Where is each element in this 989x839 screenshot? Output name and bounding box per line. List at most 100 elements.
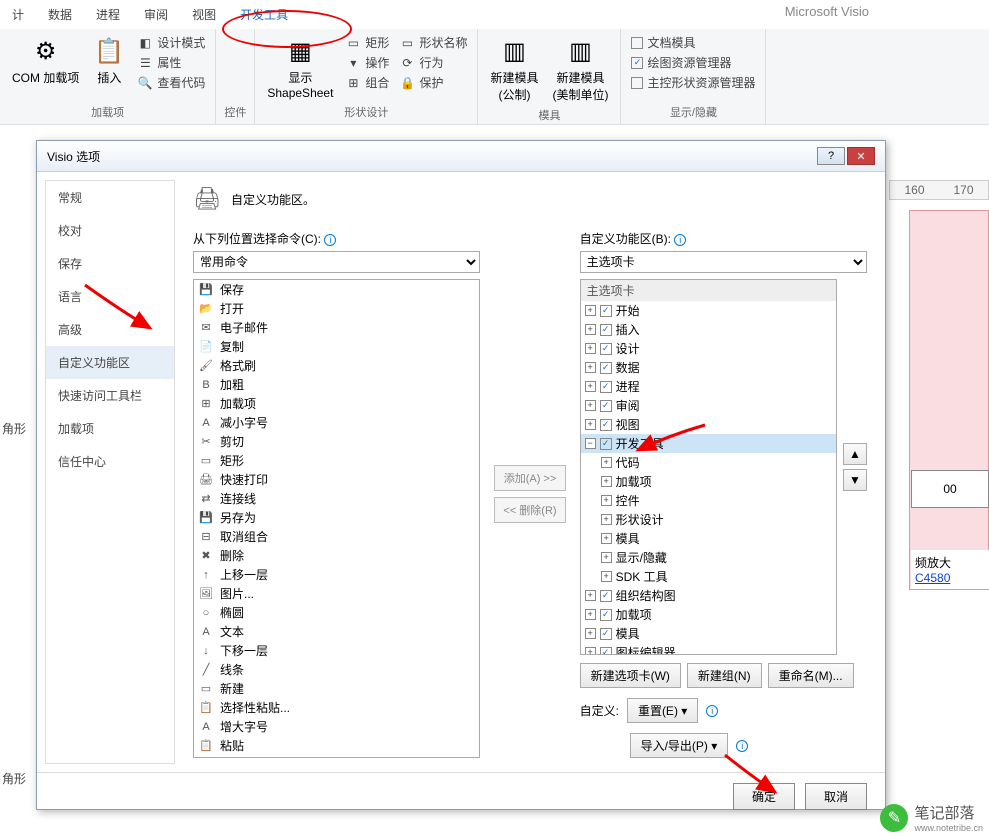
tree-item[interactable]: +控件	[581, 491, 836, 510]
move-up-button[interactable]: ▲	[843, 443, 867, 465]
com-addins-button[interactable]: ⚙COM 加载项	[8, 33, 83, 88]
expand-icon[interactable]: +	[585, 647, 596, 655]
expand-icon[interactable]: +	[601, 457, 612, 468]
import-export-button[interactable]: 导入/导出(P) ▾	[630, 733, 729, 758]
commands-from-combo[interactable]: 常用命令	[193, 251, 480, 273]
rename-button[interactable]: 重命名(M)...	[768, 663, 854, 688]
behavior-button[interactable]: ⟳行为	[397, 53, 469, 72]
expand-icon[interactable]: +	[601, 533, 612, 544]
command-item[interactable]: ▭矩形	[194, 451, 479, 470]
dialog-help-button[interactable]: ?	[817, 147, 845, 165]
tree-item[interactable]: +✓组织结构图	[581, 586, 836, 605]
tree-item[interactable]: +✓数据	[581, 358, 836, 377]
sidebar-item[interactable]: 高级	[46, 313, 174, 346]
expand-icon[interactable]: +	[601, 514, 612, 525]
checkbox-icon[interactable]: ✓	[600, 647, 612, 656]
checkbox-icon[interactable]: ✓	[600, 324, 612, 336]
expand-icon[interactable]: +	[585, 381, 596, 392]
command-item[interactable]: 📋选择性粘贴...	[194, 698, 479, 717]
command-item[interactable]: 📄复制	[194, 337, 479, 356]
command-item[interactable]: B加粗	[194, 375, 479, 394]
add-button[interactable]: 添加(A) >>	[494, 465, 565, 491]
expand-icon[interactable]: +	[601, 495, 612, 506]
command-item[interactable]: A文本	[194, 622, 479, 641]
command-item[interactable]: 🖨快速打印	[194, 470, 479, 489]
command-item[interactable]: ✉电子邮件	[194, 318, 479, 337]
new-stencil-metric-button[interactable]: ▥新建模具 (公制)	[486, 33, 542, 105]
expand-icon[interactable]: +	[585, 609, 596, 620]
operation-button[interactable]: ▾操作	[343, 53, 391, 72]
master-explorer-check[interactable]: 主控形状资源管理器	[629, 73, 757, 92]
tab-process[interactable]: 进程	[84, 0, 132, 29]
remove-button[interactable]: << 删除(R)	[494, 497, 565, 523]
new-stencil-us-button[interactable]: ▥新建模具 (美制单位)	[548, 33, 612, 105]
tree-item[interactable]: +✓视图	[581, 415, 836, 434]
expand-icon[interactable]: +	[585, 400, 596, 411]
checkbox-icon[interactable]: ✓	[600, 381, 612, 393]
command-item[interactable]: ✖删除	[194, 546, 479, 565]
tree-item[interactable]: +✓审阅	[581, 396, 836, 415]
sidebar-item[interactable]: 语言	[46, 280, 174, 313]
tree-item[interactable]: +✓加载项	[581, 605, 836, 624]
command-item[interactable]: A增大字号	[194, 717, 479, 736]
new-group-button[interactable]: 新建组(N)	[687, 663, 762, 688]
expand-icon[interactable]: −	[585, 438, 596, 449]
command-item[interactable]: ↖指针工具	[194, 755, 479, 758]
tab-developer[interactable]: 开发工具	[228, 0, 300, 29]
expand-icon[interactable]: +	[585, 324, 596, 335]
checkbox-icon[interactable]: ✓	[600, 343, 612, 355]
sidebar-item[interactable]: 自定义功能区	[46, 346, 174, 379]
command-item[interactable]: 💾保存	[194, 280, 479, 299]
command-item[interactable]: ○椭圆	[194, 603, 479, 622]
reset-button[interactable]: 重置(E) ▾	[627, 698, 698, 723]
move-down-button[interactable]: ▼	[843, 469, 867, 491]
ribbon-tree[interactable]: 主选项卡+✓开始+✓插入+✓设计+✓数据+✓进程+✓审阅+✓视图−✓开发工具+代…	[580, 279, 837, 655]
tree-item[interactable]: +形状设计	[581, 510, 836, 529]
protect-button[interactable]: 🔒保护	[397, 73, 469, 92]
expand-icon[interactable]: +	[601, 552, 612, 563]
command-item[interactable]: ⊞加载项	[194, 394, 479, 413]
command-item[interactable]: 💾另存为	[194, 508, 479, 527]
sidebar-item[interactable]: 保存	[46, 247, 174, 280]
tree-item[interactable]: +✓进程	[581, 377, 836, 396]
insert-button[interactable]: 📋插入	[89, 33, 129, 88]
checkbox-icon[interactable]: ✓	[600, 438, 612, 450]
dialog-close-button[interactable]: ✕	[847, 147, 875, 165]
expand-icon[interactable]: +	[601, 476, 612, 487]
checkbox-icon[interactable]: ✓	[600, 419, 612, 431]
commands-listbox[interactable]: 💾保存📂打开✉电子邮件📄复制🖌格式刷B加粗⊞加载项A减小字号✂剪切▭矩形🖨快速打…	[193, 279, 480, 758]
tree-item[interactable]: +✓插入	[581, 320, 836, 339]
tree-item[interactable]: +SDK 工具	[581, 567, 836, 586]
tree-item[interactable]: +模具	[581, 529, 836, 548]
ok-button[interactable]: 确定	[733, 783, 795, 810]
tree-item[interactable]: +显示/隐藏	[581, 548, 836, 567]
rect-button[interactable]: ▭矩形	[343, 33, 391, 52]
tree-item[interactable]: −✓开发工具	[581, 434, 836, 453]
bg-link[interactable]: C4580	[915, 571, 950, 585]
group-button[interactable]: ⊞组合	[343, 73, 391, 92]
drawing-explorer-check[interactable]: ✓绘图资源管理器	[629, 53, 757, 72]
command-item[interactable]: ↓下移一层	[194, 641, 479, 660]
sidebar-item[interactable]: 信任中心	[46, 445, 174, 478]
tab-review[interactable]: 审阅	[132, 0, 180, 29]
properties-button[interactable]: ☰属性	[135, 53, 207, 72]
sidebar-item[interactable]: 常规	[46, 181, 174, 214]
expand-icon[interactable]: +	[585, 305, 596, 316]
command-item[interactable]: 📋粘贴	[194, 736, 479, 755]
shapename-button[interactable]: ▭形状名称	[397, 33, 469, 52]
tree-item[interactable]: +加载项	[581, 472, 836, 491]
sidebar-item[interactable]: 校对	[46, 214, 174, 247]
doc-stencil-check[interactable]: 文档模具	[629, 33, 757, 52]
expand-icon[interactable]: +	[585, 419, 596, 430]
sidebar-item[interactable]: 快速访问工具栏	[46, 379, 174, 412]
checkbox-icon[interactable]: ✓	[600, 590, 612, 602]
command-item[interactable]: 🖼图片...	[194, 584, 479, 603]
command-item[interactable]: ▭新建	[194, 679, 479, 698]
tree-item[interactable]: +✓设计	[581, 339, 836, 358]
expand-icon[interactable]: +	[585, 362, 596, 373]
checkbox-icon[interactable]: ✓	[600, 362, 612, 374]
expand-icon[interactable]: +	[585, 628, 596, 639]
show-shapesheet-button[interactable]: ▦显示 ShapeSheet	[263, 33, 337, 102]
expand-icon[interactable]: +	[601, 571, 612, 582]
command-item[interactable]: ⇄连接线	[194, 489, 479, 508]
